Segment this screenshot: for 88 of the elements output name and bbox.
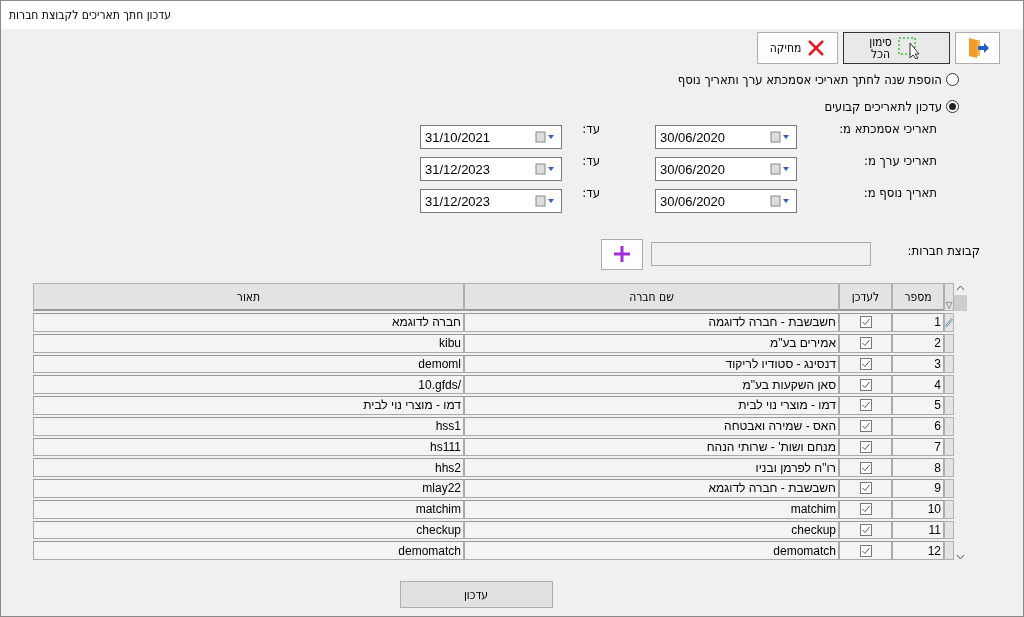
select-all-button[interactable]: סימון הכל (843, 32, 950, 64)
add-button[interactable] (600, 238, 643, 270)
table-cell: דמו - מוצרי נוי לבית (33, 396, 464, 415)
radio-button[interactable] (946, 72, 959, 86)
table-cell: אמירים בע"מ (464, 333, 839, 353)
field-label: קבוצת חברות: (907, 242, 980, 258)
column-header[interactable]: שם חברה (464, 283, 839, 311)
table-cell: 3 (892, 354, 944, 374)
date-field[interactable]: 31/12/2023 (420, 189, 562, 213)
table-cell: 2 (892, 333, 944, 353)
checkbox[interactable] (859, 503, 872, 516)
checkbox[interactable] (859, 316, 872, 329)
checkbox[interactable] (859, 337, 872, 350)
exit-button[interactable] (955, 32, 1000, 64)
scroll-up-icon[interactable] (956, 285, 965, 291)
table-cell: מנחם ושות' - שרותי הנהח (464, 437, 839, 457)
table-cell: hs111 (33, 437, 464, 457)
table-cell: דנסינג - סטודיו לריקוד (464, 354, 839, 374)
checkbox[interactable] (859, 482, 872, 495)
calendar-dropdown-icon (535, 195, 557, 207)
table-cell: 11 (892, 520, 944, 540)
table-cell: demoml (33, 354, 464, 374)
date-field[interactable]: 30/06/2020 (655, 125, 797, 149)
checkbox[interactable] (859, 378, 872, 391)
calendar-dropdown-icon (535, 131, 557, 143)
field-label: תאריך נוסף מ: (862, 185, 938, 200)
plus-icon (612, 245, 631, 263)
table-cell: hss1 (33, 416, 464, 436)
field-label: תאריכי ערך מ: (862, 153, 938, 168)
table-cell: סאן השקעות בע"מ (464, 375, 839, 394)
table-cell: demomatch (33, 541, 464, 560)
update-button[interactable]: עדכון (399, 581, 553, 608)
table-cell: רו"ח לפרמן ובניו (464, 458, 839, 477)
table-cell: kibu (33, 333, 464, 353)
table-cell: דמו - מוצרי נוי לבית (464, 396, 839, 415)
table-cell: חשבשבת - חברה לדוגמא (464, 479, 839, 498)
date-field[interactable]: 30/06/2020 (655, 189, 797, 213)
table-cell: חברה לדוגמא (33, 313, 464, 332)
table-cell: האס - שמירה ואבטחה (464, 416, 839, 436)
calendar-dropdown-icon (535, 163, 557, 175)
checkbox[interactable] (859, 399, 872, 412)
scrollbar[interactable] (954, 283, 967, 560)
table-cell: 12 (892, 541, 944, 560)
calendar-dropdown-icon (770, 131, 792, 143)
checkbox[interactable] (859, 461, 872, 474)
window-title: עדכון חתך תאריכים לקבוצת חברות (9, 8, 171, 22)
radio-option[interactable]: הוספת שנה לחתך תאריכי אסמכתא ערך ותאריך נוסף (1, 71, 959, 87)
calendar-dropdown-icon (770, 195, 792, 207)
table-cell: 5 (892, 396, 944, 415)
table-cell: חשבשבת - חברה לדוגמה (464, 313, 839, 332)
table-cell: checkup (464, 520, 839, 540)
column-header[interactable]: מספר (892, 283, 944, 311)
table-cell: 7 (892, 437, 944, 457)
table-cell: 9 (892, 479, 944, 498)
table-cell: 10.gfds/ (33, 375, 464, 394)
field-label: עד: (581, 121, 601, 136)
table-cell: 1 (892, 313, 944, 332)
radio-option[interactable]: עדכון לתאריכים קבועים (1, 98, 959, 114)
radio-button[interactable] (946, 99, 959, 113)
table-cell: matchim (33, 499, 464, 519)
scroll-down-icon[interactable] (956, 554, 965, 560)
table-cell: 4 (892, 375, 944, 394)
table-cell: 6 (892, 416, 944, 436)
date-field[interactable]: 31/12/2023 (420, 157, 562, 181)
checkbox[interactable] (859, 420, 872, 433)
table-cell: checkup (33, 520, 464, 540)
field-label: תאריכי אסמכתא מ: (838, 121, 938, 136)
table-cell: mlay22 (33, 479, 464, 498)
checkbox[interactable] (859, 544, 872, 557)
company-group-field[interactable] (650, 242, 871, 266)
checkbox[interactable] (859, 523, 872, 536)
date-field[interactable]: 30/06/2020 (655, 157, 797, 181)
calendar-dropdown-icon (770, 163, 792, 175)
scroll-thumb[interactable] (954, 295, 967, 311)
table-cell: 10 (892, 499, 944, 519)
checkbox[interactable] (859, 357, 872, 370)
table-cell: demomatch (464, 541, 839, 560)
delete-button[interactable]: מחיקה (757, 32, 838, 64)
field-label: עד: (581, 185, 601, 200)
table-cell: hhs2 (33, 458, 464, 477)
field-label: עד: (581, 153, 601, 168)
column-header[interactable]: לעדכן (839, 283, 892, 311)
checkbox[interactable] (859, 440, 872, 453)
table-cell: matchim (464, 499, 839, 519)
table-cell: 8 (892, 458, 944, 477)
close-icon (807, 39, 826, 57)
date-field[interactable]: 31/10/2021 (420, 125, 562, 149)
column-header[interactable]: תאור (33, 283, 464, 311)
